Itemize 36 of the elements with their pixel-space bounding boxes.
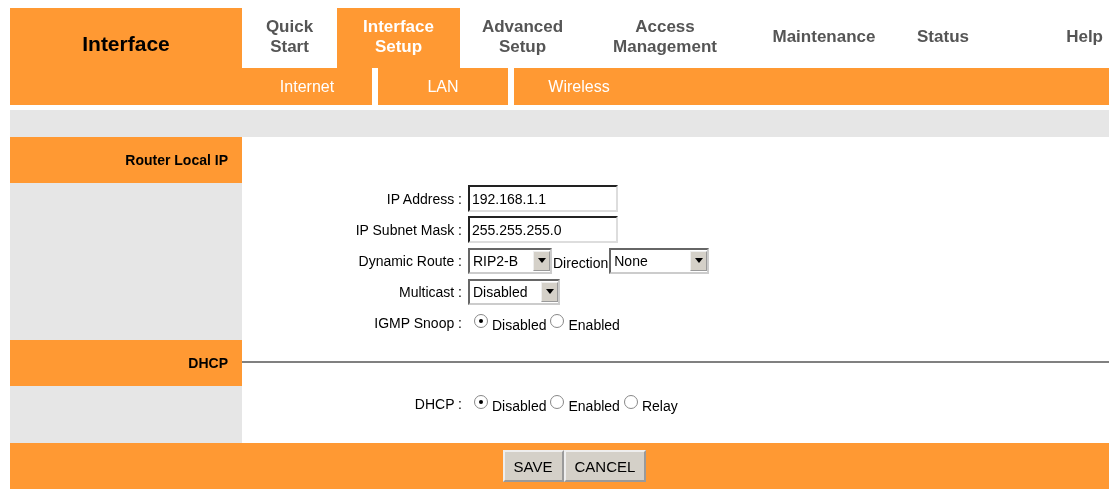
radio-label: Relay bbox=[641, 398, 678, 414]
caret-icon bbox=[690, 250, 708, 271]
save-button[interactable]: SAVE bbox=[502, 450, 564, 482]
nav-tab[interactable]: Access Management bbox=[585, 8, 745, 68]
nav-tab[interactable]: Help bbox=[983, 8, 1109, 68]
field-label: IGMP Snoop : bbox=[373, 314, 463, 331]
input-field[interactable]: 192.168.1.1 bbox=[468, 185, 618, 212]
nav-tab[interactable]: Maintenance bbox=[745, 8, 903, 68]
input-field[interactable]: 255.255.255.0 bbox=[468, 216, 618, 243]
radio-label: Disabled bbox=[492, 316, 547, 333]
field-label: IP Subnet Mask : bbox=[354, 221, 463, 238]
caret-icon bbox=[533, 250, 550, 271]
section-title: Router Local IP bbox=[10, 137, 242, 183]
field-label: Multicast : bbox=[398, 283, 463, 300]
nav-tab[interactable]: Status bbox=[903, 8, 983, 68]
radio-button[interactable] bbox=[623, 395, 638, 409]
section-title: DHCP bbox=[10, 340, 242, 386]
radio-button[interactable] bbox=[474, 395, 488, 409]
radio-label: Disabled bbox=[492, 398, 547, 414]
radio-button[interactable] bbox=[550, 313, 565, 328]
dropdown[interactable]: Disabled bbox=[468, 278, 560, 305]
radio-button[interactable] bbox=[474, 313, 488, 328]
page-title: Interface bbox=[10, 8, 242, 68]
radio-button[interactable] bbox=[550, 395, 565, 409]
cancel-button[interactable]: CANCEL bbox=[563, 450, 647, 482]
radio-label: Enabled bbox=[568, 316, 620, 333]
field-label: Direction bbox=[553, 254, 609, 271]
field-label: Dynamic Route : bbox=[357, 252, 463, 269]
field-label: IP Address : bbox=[385, 190, 463, 207]
nav-tab[interactable]: Advanced Setup bbox=[460, 8, 585, 68]
dropdown[interactable]: RIP2-B bbox=[468, 247, 552, 274]
radio-label: Enabled bbox=[568, 398, 620, 414]
caret-icon bbox=[541, 281, 558, 302]
nav-tab[interactable]: Quick Start bbox=[242, 8, 337, 68]
field-label: DHCP : bbox=[413, 396, 463, 412]
dropdown[interactable]: None bbox=[609, 247, 710, 274]
